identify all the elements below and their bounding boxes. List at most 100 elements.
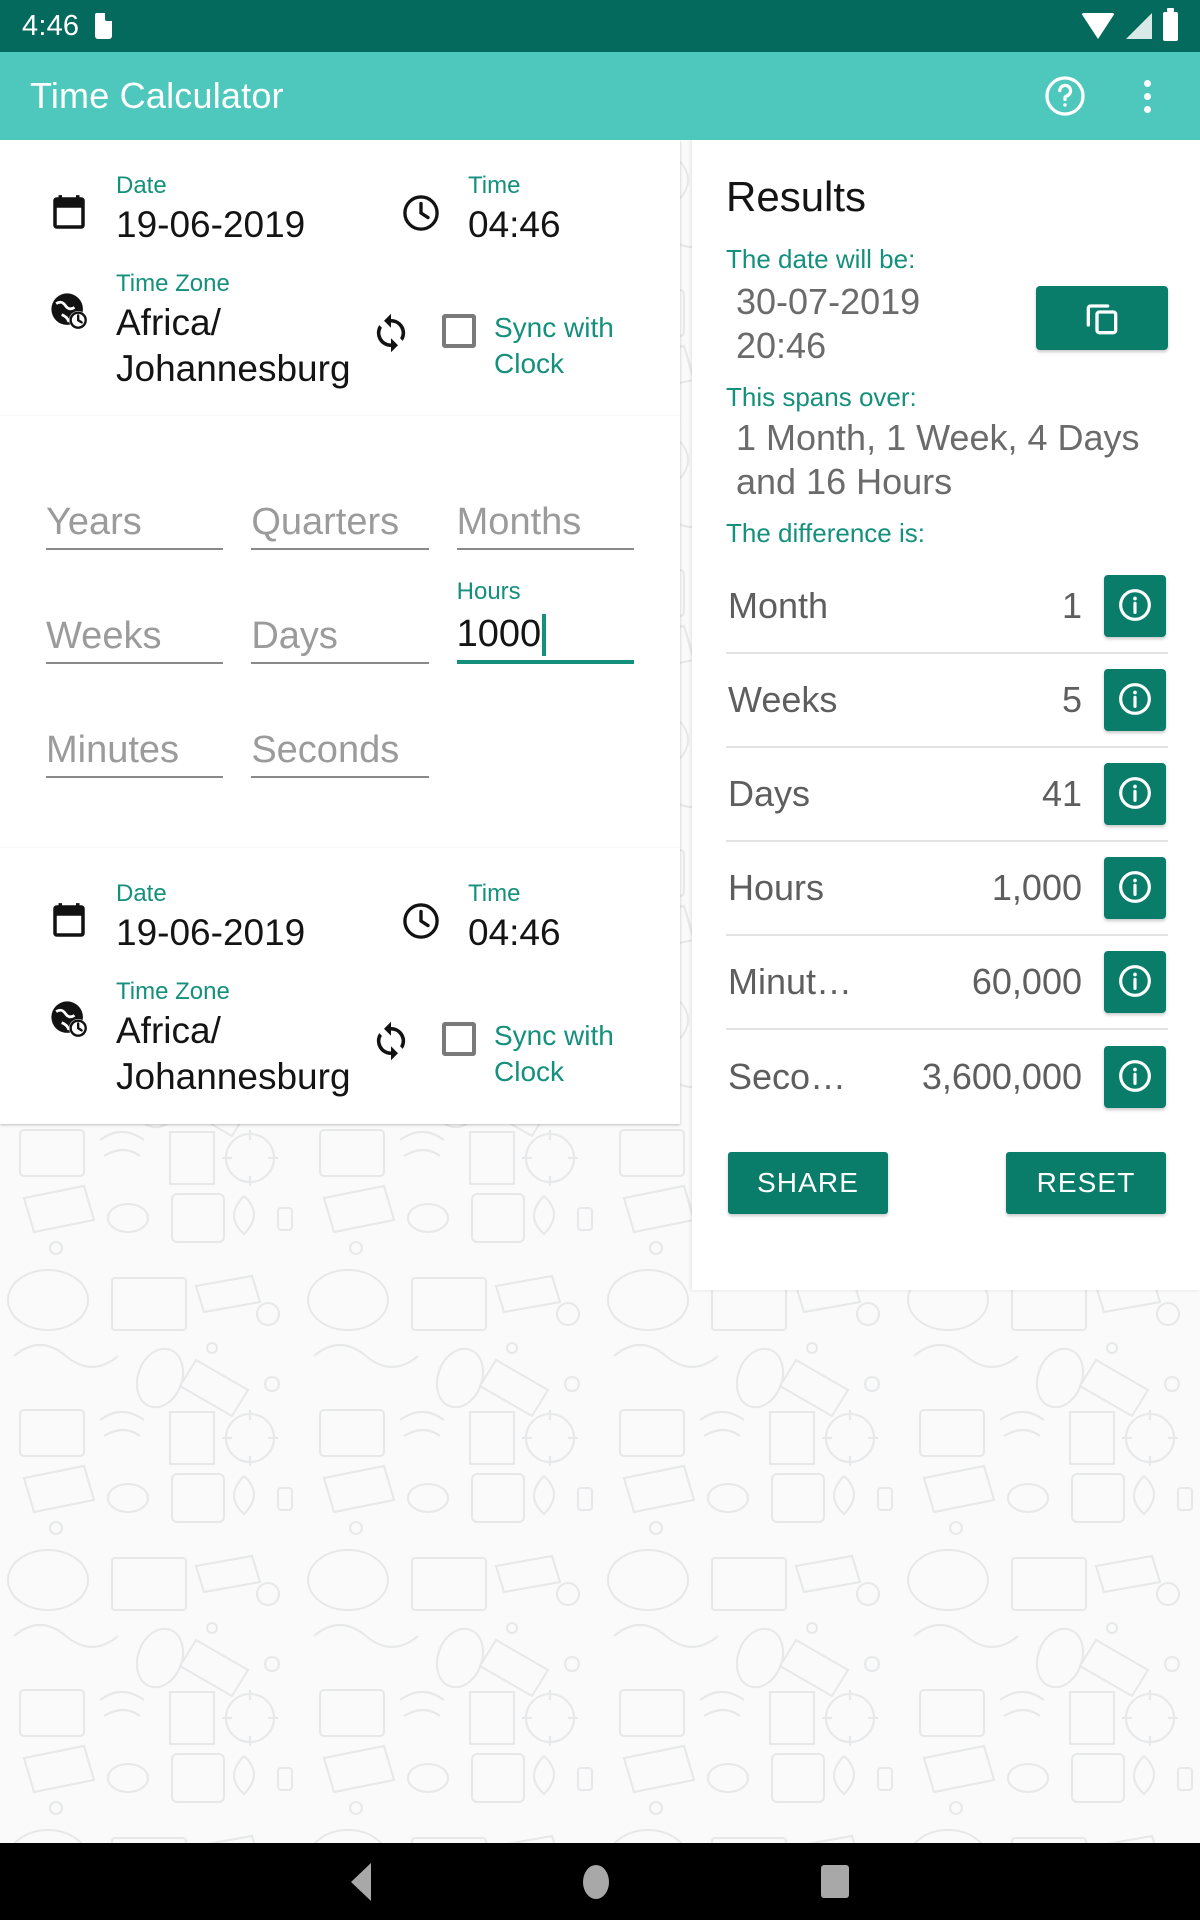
table-row: Days 41 <box>726 748 1168 842</box>
swap-timezone-icon[interactable] <box>368 1018 414 1064</box>
spans-over-label: This spans over: <box>726 382 917 412</box>
start-sync-with-clock[interactable]: Sync with Clock <box>442 310 640 382</box>
app-bar: Time Calculator <box>0 52 1200 140</box>
start-date-label: Date <box>116 172 167 199</box>
help-circle-icon[interactable] <box>1038 69 1092 123</box>
end-timezone-field[interactable]: Time Zone Africa/Johannesburg <box>46 974 368 1100</box>
start-timezone-actions: Sync with Clock <box>368 266 640 382</box>
globe-clock-icon <box>46 996 92 1042</box>
info-icon <box>1115 585 1155 628</box>
minutes-input[interactable]: Minutes <box>46 722 224 778</box>
info-button-minutes[interactable] <box>1104 951 1166 1013</box>
duration-cell-quarters: Quarters <box>251 462 429 576</box>
end-timezone-actions: Sync with Clock <box>368 974 640 1090</box>
reset-button[interactable]: RESET <box>1006 1152 1166 1214</box>
duration-cell-days: Days <box>251 576 429 690</box>
text-caret <box>542 614 547 656</box>
start-time-value: 04:46 <box>468 204 561 245</box>
quarters-placeholder: Quarters <box>251 501 400 543</box>
difference-unit-name: Days <box>728 773 811 814</box>
info-button-seconds[interactable] <box>1104 1046 1166 1108</box>
back-nav-button[interactable] <box>351 1862 371 1901</box>
input-column: Date 19-06-2019 Time 04:46 Time Zone Afr… <box>0 140 680 1124</box>
results-panel: Results The date will be: 30-07-2019 20:4… <box>692 140 1200 1290</box>
difference-unit-name: Minut… <box>728 961 853 1002</box>
info-icon <box>1115 1056 1155 1099</box>
content-area: Date 19-06-2019 Time 04:46 Time Zone Afr… <box>0 140 1200 1843</box>
difference-unit-name: Hours <box>728 867 825 908</box>
start-date-field[interactable]: Date 19-06-2019 <box>46 168 398 248</box>
table-row: Hours 1,000 <box>726 842 1168 936</box>
end-date-time-row: Date 19-06-2019 Time 04:46 <box>0 876 680 956</box>
info-button-days[interactable] <box>1104 763 1166 825</box>
results-actions: SHARE RESET <box>726 1152 1168 1214</box>
difference-unit-value: 3,600,000 <box>921 1056 1082 1097</box>
difference-unit-value: 60,000 <box>971 961 1082 1002</box>
months-input[interactable]: Months <box>456 494 634 550</box>
table-row: Minut… 60,000 <box>726 936 1168 1030</box>
difference-list: Month 1 Weeks 5 Days 41 Hours 1,000 Minu… <box>726 560 1168 1124</box>
duration-cell-minutes: Minutes <box>46 690 224 804</box>
globe-clock-icon <box>46 288 92 334</box>
recents-nav-button[interactable] <box>821 1865 849 1898</box>
home-nav-button[interactable] <box>583 1864 609 1899</box>
difference-unit-value: 5 <box>1061 679 1082 720</box>
seconds-placeholder: Seconds <box>251 729 400 771</box>
weeks-input[interactable]: Weeks <box>46 608 224 664</box>
date-will-be-row: 30-07-2019 20:46 <box>726 280 1168 368</box>
duration-cell-years: Years <box>46 462 224 576</box>
start-timezone-label: Time Zone <box>116 270 230 297</box>
calendar-icon <box>46 898 92 944</box>
spans-over-value: 1 Month, 1 Week, 4 Days and 16 Hours <box>736 417 1140 502</box>
end-date-value: 19-06-2019 <box>116 912 306 953</box>
start-time-field[interactable]: Time 04:46 <box>398 168 628 248</box>
difference-unit-value: 41 <box>1041 773 1082 814</box>
end-timezone-row: Time Zone Africa/Johannesburg Sync with … <box>0 956 680 1100</box>
duration-cell-months: Months <box>456 462 634 576</box>
minutes-placeholder: Minutes <box>46 729 180 771</box>
sd-card-icon <box>95 13 113 39</box>
info-button-weeks[interactable] <box>1104 669 1166 731</box>
start-date-value: 19-06-2019 <box>116 204 306 245</box>
hours-value: 1000 <box>456 613 542 655</box>
info-button-hours[interactable] <box>1104 857 1166 919</box>
quarters-input[interactable]: Quarters <box>251 494 429 550</box>
end-date-label: Date <box>116 880 167 907</box>
end-time-field[interactable]: Time 04:46 <box>398 876 628 956</box>
duration-input-card: Years Quarters Months Weeks Days Hours 1… <box>0 416 680 848</box>
end-sync-checkbox[interactable] <box>442 1022 476 1056</box>
hours-input[interactable]: 1000 <box>456 608 634 664</box>
date-will-be-label: The date will be: <box>726 244 916 274</box>
android-nav-bar <box>0 1843 1200 1920</box>
seconds-input[interactable]: Seconds <box>251 722 429 778</box>
start-datetime-card: Date 19-06-2019 Time 04:46 Time Zone Afr… <box>0 140 680 416</box>
end-date-field[interactable]: Date 19-06-2019 <box>46 876 398 956</box>
start-timezone-field[interactable]: Time Zone Africa/Johannesburg <box>46 266 368 392</box>
copy-icon <box>1082 297 1122 340</box>
more-vert-icon[interactable] <box>1120 69 1174 123</box>
date-will-be-value: 30-07-2019 20:46 <box>736 281 921 366</box>
cellular-signal-icon <box>1126 13 1152 39</box>
table-row: Weeks 5 <box>726 654 1168 748</box>
end-sync-with-clock[interactable]: Sync with Clock <box>442 1018 640 1090</box>
table-row: Seco… 3,600,000 <box>726 1030 1168 1124</box>
duration-grid: Years Quarters Months Weeks Days Hours 1… <box>46 462 634 804</box>
end-time-value: 04:46 <box>468 912 561 953</box>
duration-cell-hours: Hours 1000 <box>456 576 634 690</box>
status-bar: 4:46 <box>0 0 1200 52</box>
battery-icon <box>1163 7 1178 41</box>
difference-unit-value: 1,000 <box>991 867 1082 908</box>
swap-timezone-icon[interactable] <box>368 310 414 356</box>
days-input[interactable]: Days <box>251 608 429 664</box>
app-bar-actions <box>1038 69 1174 123</box>
info-button-month[interactable] <box>1104 575 1166 637</box>
copy-result-button[interactable] <box>1036 286 1168 350</box>
end-datetime-card: Date 19-06-2019 Time 04:46 Time Zone Afr… <box>0 848 680 1124</box>
share-button[interactable]: SHARE <box>728 1152 888 1214</box>
years-input[interactable]: Years <box>46 494 224 550</box>
status-bar-clock: 4:46 <box>22 9 80 42</box>
start-timezone-row: Time Zone Africa/Johannesburg Sync with … <box>0 248 680 392</box>
end-time-label: Time <box>468 880 521 907</box>
difference-unit-name: Seco… <box>728 1056 847 1097</box>
start-sync-checkbox[interactable] <box>442 314 476 348</box>
